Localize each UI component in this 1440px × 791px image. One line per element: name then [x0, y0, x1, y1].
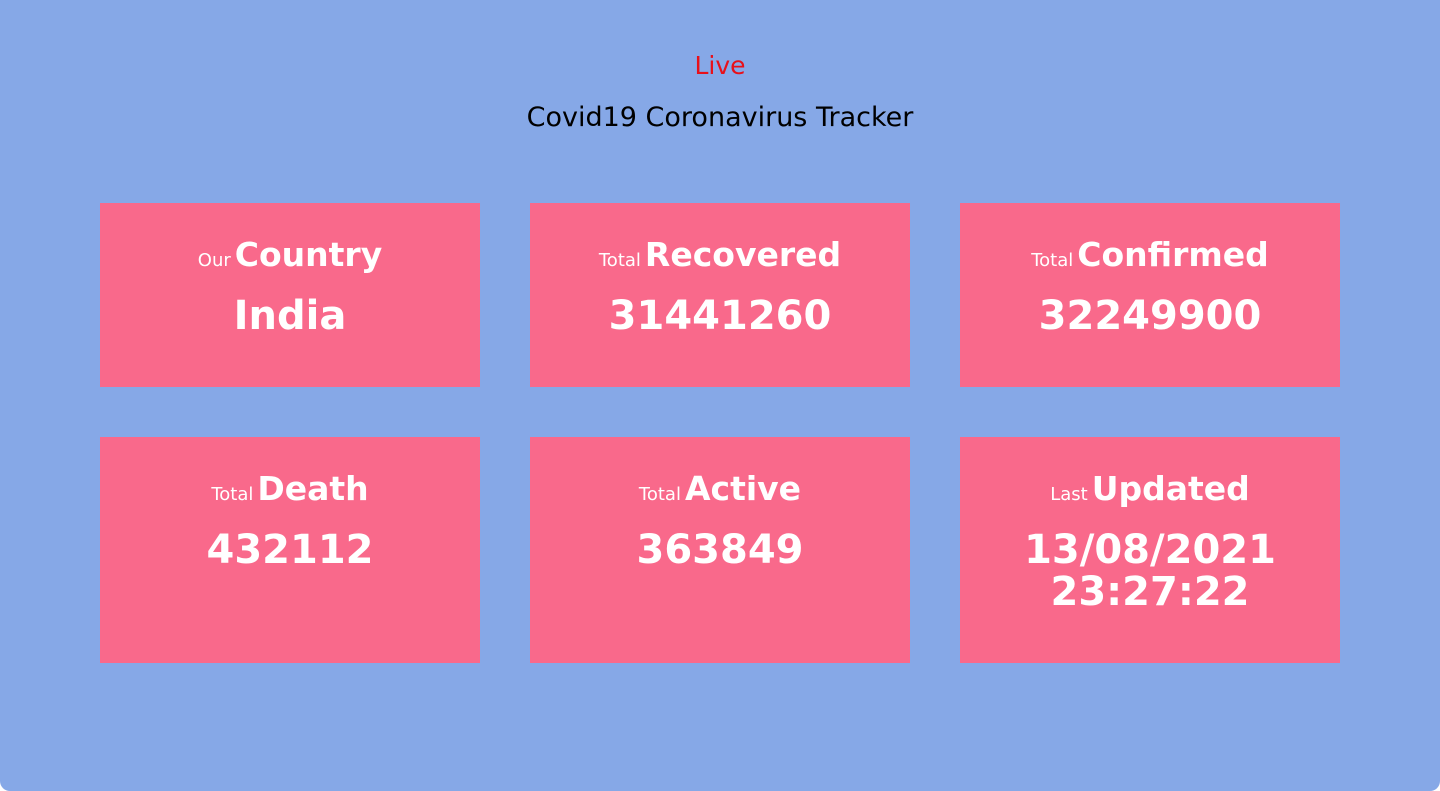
- tracker-page: Live Covid19 Coronavirus Tracker Our Coun…: [0, 0, 1440, 791]
- card-confirmed: Total Confirmed 32249900: [960, 203, 1340, 387]
- card-death: Total Death 432112: [100, 437, 480, 663]
- card-heading: Total Death: [100, 469, 480, 508]
- card-heading: Our Country: [100, 235, 480, 274]
- card-value-death: 432112: [206, 527, 374, 573]
- live-indicator: Live: [694, 51, 746, 80]
- card-value-recovered: 31441260: [608, 293, 832, 339]
- card-heading: Total Active: [530, 469, 910, 508]
- card-value-confirmed: 32249900: [1038, 293, 1262, 339]
- card-recovered: Total Recovered 31441260: [530, 203, 910, 387]
- card-label: Death: [257, 469, 369, 508]
- card-prefix: Total: [598, 250, 641, 271]
- card-label: Country: [234, 235, 383, 274]
- card-prefix: Last: [1050, 484, 1088, 505]
- card-last-updated: Last Updated 13/08/2021 23:27:22: [960, 437, 1340, 663]
- card-heading: Total Recovered: [530, 235, 910, 274]
- card-value-active: 363849: [636, 527, 804, 573]
- card-prefix: Total: [211, 484, 254, 505]
- updated-time: 23:27:22: [1050, 569, 1250, 615]
- card-label: Confirmed: [1077, 235, 1269, 274]
- card-active: Total Active 363849: [530, 437, 910, 663]
- card-label: Recovered: [644, 235, 842, 274]
- card-value-country: India: [233, 293, 347, 339]
- card-heading: Last Updated: [960, 469, 1340, 508]
- card-heading: Total Confirmed: [960, 235, 1340, 274]
- updated-date: 13/08/2021: [1024, 527, 1276, 573]
- card-prefix: Total: [1031, 250, 1074, 271]
- card-prefix: Total: [638, 484, 681, 505]
- card-label: Active: [684, 469, 802, 508]
- card-value-last-updated: 13/08/2021 23:27:22: [960, 529, 1340, 613]
- card-prefix: Our: [197, 250, 231, 271]
- card-label: Updated: [1091, 469, 1250, 508]
- card-country: Our Country India: [100, 203, 480, 387]
- page-title: Covid19 Coronavirus Tracker: [526, 102, 914, 133]
